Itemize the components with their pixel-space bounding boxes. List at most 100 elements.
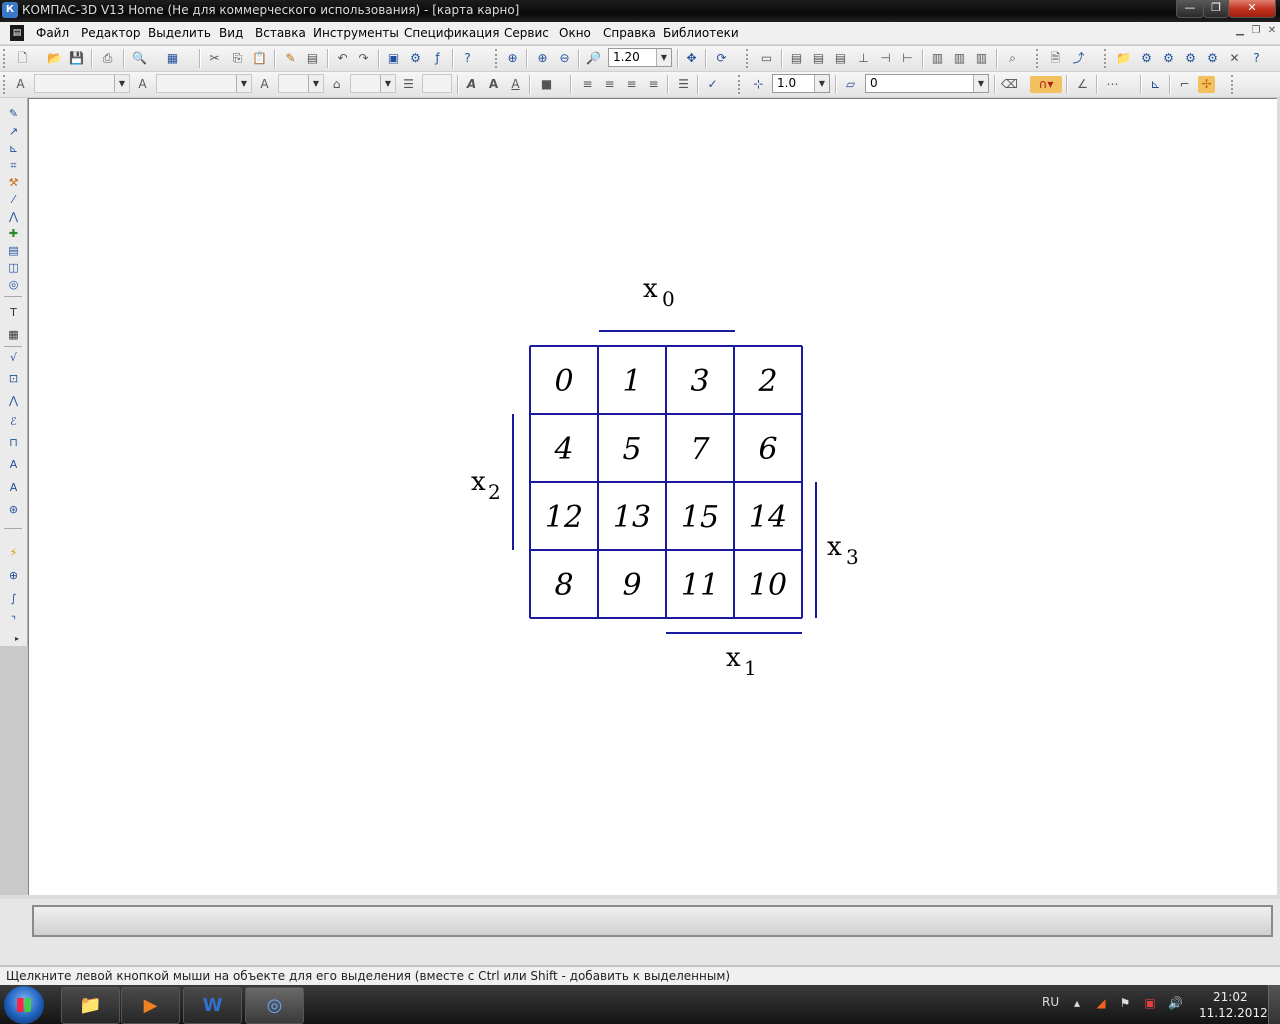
menu-window[interactable]: Окно <box>559 26 591 40</box>
network-icon[interactable]: ⚙ <box>1160 50 1177 67</box>
underline-icon[interactable]: A <box>507 76 524 93</box>
chevron-down-icon[interactable]: ▼ <box>380 75 395 92</box>
align-icon[interactable]: ⊣ <box>877 50 894 67</box>
menu-editor[interactable]: Редактор <box>81 26 140 40</box>
chevron-down-icon[interactable]: ▼ <box>236 75 251 92</box>
chevron-down-icon[interactable]: ▼ <box>308 75 323 92</box>
copy-icon[interactable]: ⎘ <box>229 50 246 67</box>
chevron-down-icon[interactable]: ▼ <box>973 75 988 92</box>
manager-icon[interactable]: ▦ <box>164 50 181 67</box>
paste-icon[interactable]: 📋 <box>251 50 268 67</box>
preview-icon[interactable]: 🔍 <box>131 50 148 67</box>
tree-icon[interactable]: ▣ <box>385 50 402 67</box>
align-center-icon[interactable]: ≡ <box>601 76 618 93</box>
menu-tools[interactable]: Инструменты <box>313 26 399 40</box>
snap-step-icon[interactable]: ⊹ <box>750 76 767 93</box>
chevron-down-icon[interactable]: ▼ <box>814 75 829 92</box>
layers-icon[interactable]: ▱ <box>842 76 859 93</box>
toolbar-grip[interactable] <box>1036 49 1041 68</box>
leader-icon[interactable]: ⋀ <box>5 393 22 408</box>
snap-magnet-icon[interactable]: ∩▾ <box>1030 76 1062 93</box>
sheet-icon[interactable]: ▥ <box>973 50 990 67</box>
align-icon[interactable]: ⊢ <box>899 50 916 67</box>
axis-icon[interactable]: ⌝ <box>5 613 22 628</box>
zoom-scale-icon[interactable]: 🔎 <box>585 50 602 67</box>
new-document-icon[interactable]: 🗋 <box>14 50 31 67</box>
text-leader-icon[interactable]: A <box>5 457 22 472</box>
network-icon[interactable]: ⚙ <box>1182 50 1199 67</box>
document-icon[interactable]: ▤ <box>10 25 24 41</box>
toolbar-grip[interactable] <box>1104 49 1109 68</box>
sheet-icon[interactable]: ▥ <box>951 50 968 67</box>
lightning-icon[interactable]: ⚡ <box>5 545 22 560</box>
wave-line-icon[interactable]: ∫ <box>5 591 22 606</box>
parametrize-icon[interactable]: ⚒ <box>5 175 22 190</box>
mdi-minimize-icon[interactable]: ▁ <box>1234 25 1246 37</box>
roughness-icon[interactable]: √ <box>5 350 22 365</box>
zoom-window-icon[interactable]: ⊕ <box>504 50 521 67</box>
step-combo[interactable]: 1.0 ▼ <box>772 74 830 93</box>
library-icon[interactable]: 📁 <box>1115 50 1132 67</box>
eraser-icon[interactable]: ⌫ <box>1001 76 1018 93</box>
taskbar-explorer-button[interactable]: 📁 <box>61 987 120 1024</box>
toolbar-grip[interactable] <box>3 75 8 94</box>
minimize-button[interactable]: — <box>1176 0 1204 18</box>
font-combo[interactable]: ▼ <box>156 74 252 93</box>
layer-combo[interactable]: 0 ▼ <box>865 74 989 93</box>
style-combo[interactable]: ▼ <box>34 74 130 93</box>
round-icon[interactable]: ✢ <box>1198 76 1215 93</box>
text-style-icon[interactable]: A <box>12 76 29 93</box>
align-right-icon[interactable]: ≡ <box>623 76 640 93</box>
narrow-combo[interactable]: ▼ <box>350 74 396 93</box>
taskbar-media-player-button[interactable]: ▶ <box>121 987 180 1024</box>
menu-specification[interactable]: Спецификация <box>404 26 499 40</box>
kompas-app-icon[interactable]: К <box>2 2 18 18</box>
mdi-close-icon[interactable]: ✕ <box>1266 25 1278 37</box>
sheet-icon[interactable]: ▥ <box>929 50 946 67</box>
chevron-down-icon[interactable]: ▼ <box>656 49 671 66</box>
volume-icon[interactable]: 🔊 <box>1168 996 1183 1010</box>
tools-icon[interactable]: ✕ <box>1226 50 1243 67</box>
bold-icon[interactable]: A <box>485 76 502 93</box>
help-pointer-icon[interactable]: ? <box>459 50 476 67</box>
insert-icon[interactable]: ◫ <box>5 260 22 275</box>
view-icon[interactable]: ▭ <box>758 50 775 67</box>
font-size-icon[interactable]: A <box>256 76 273 93</box>
frame-icon[interactable]: ◎ <box>5 277 22 292</box>
print-icon[interactable]: ⎙ <box>99 50 116 67</box>
clock-time[interactable]: 21:02 <box>1213 990 1248 1004</box>
properties-icon[interactable]: ▤ <box>304 50 321 67</box>
dimensions-icon[interactable]: ↗ <box>5 124 22 139</box>
spec-icon[interactable]: ✚ <box>5 226 22 241</box>
flag-icon[interactable]: ⚑ <box>1118 996 1132 1010</box>
font-icon[interactable]: A <box>134 76 151 93</box>
network-icon[interactable]: ▣ <box>1143 996 1157 1010</box>
toolbar-grip[interactable] <box>3 49 8 68</box>
zoom-in-icon[interactable]: ⊕ <box>534 50 551 67</box>
network-icon[interactable]: ⚙ <box>1138 50 1155 67</box>
menu-file[interactable]: Файл <box>36 26 69 40</box>
help-icon[interactable]: ? <box>1248 50 1265 67</box>
zoom-combo[interactable]: 1.20 ▼ <box>608 48 672 67</box>
save-icon[interactable]: 💾 <box>68 50 85 67</box>
position-icon[interactable]: ℰ <box>5 414 22 429</box>
cut-icon[interactable]: ✂ <box>206 50 223 67</box>
grid-icon[interactable]: ⋯ <box>1104 76 1121 93</box>
view-icon[interactable]: ▤ <box>788 50 805 67</box>
zoom-out-icon[interactable]: ⊖ <box>556 50 573 67</box>
align-icon[interactable]: ⊥ <box>855 50 872 67</box>
clock-date[interactable]: 11.12.2012 <box>1199 1006 1268 1020</box>
spellcheck-icon[interactable]: ✓ <box>704 76 721 93</box>
view-arrow-icon[interactable]: ⊛ <box>5 502 22 517</box>
redo-icon[interactable]: ↷ <box>355 50 372 67</box>
taskbar-kompas-button[interactable]: ◎ <box>245 987 304 1024</box>
search-icon[interactable]: ⌕ <box>1004 50 1021 67</box>
menu-service[interactable]: Сервис <box>504 26 549 40</box>
tray-expand-icon[interactable]: ▴ <box>1070 996 1084 1010</box>
drawing-canvas[interactable] <box>28 98 1278 896</box>
tray-app-icon[interactable]: ◢ <box>1094 996 1108 1010</box>
edit-icon[interactable]: ⌗ <box>5 158 22 173</box>
link-icon[interactable]: ⤴ <box>1070 50 1087 67</box>
color-icon[interactable]: ■ <box>538 76 555 93</box>
close-button[interactable]: ✕ <box>1228 0 1276 18</box>
